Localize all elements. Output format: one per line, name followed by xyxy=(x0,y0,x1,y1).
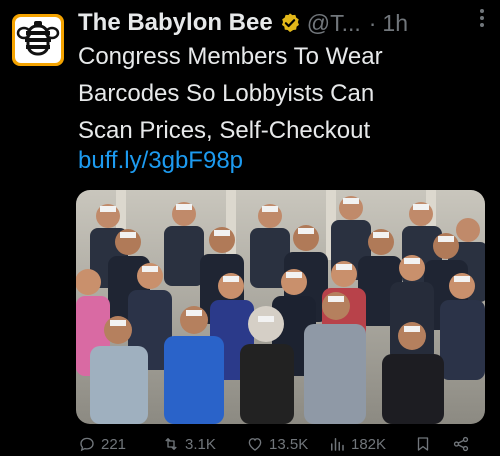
retweet-button[interactable]: 3.1K xyxy=(162,435,216,453)
tweet[interactable]: The Babylon Bee @T... · 1h Congress Memb… xyxy=(0,0,500,455)
verified-badge-icon xyxy=(281,13,299,33)
tweet-text: Congress Members To Wear Barcodes So Lob… xyxy=(78,38,488,149)
heart-icon xyxy=(248,438,262,451)
tweet-photo[interactable] xyxy=(76,190,485,424)
tweet-actions: 221 3.1K 13.5K 182K xyxy=(78,432,498,456)
display-name[interactable]: The Babylon Bee xyxy=(78,9,273,37)
bee-logo-icon xyxy=(15,17,61,63)
views-count: 182K xyxy=(351,435,387,453)
reply-icon xyxy=(80,437,94,452)
retweet-icon xyxy=(165,438,177,450)
share-icon xyxy=(453,436,469,452)
retweet-count: 3.1K xyxy=(185,435,216,453)
bookmark-icon xyxy=(417,437,429,451)
bookmark-button[interactable] xyxy=(414,435,437,453)
timestamp[interactable]: 1h xyxy=(382,10,408,37)
group-photo-image xyxy=(76,190,485,424)
reply-button[interactable]: 221 xyxy=(78,435,126,453)
separator-dot: · xyxy=(368,9,377,36)
share-button[interactable] xyxy=(452,435,475,453)
tweet-header: The Babylon Bee @T... · 1h xyxy=(78,6,492,40)
handle[interactable]: @T... xyxy=(307,10,361,37)
tweet-text-line: Scan Prices, Self-Checkout xyxy=(78,117,371,144)
tweet-link[interactable]: buff.ly/3gbF98p xyxy=(78,147,243,175)
views-button[interactable]: 182K xyxy=(328,435,386,453)
tweet-text-line: Barcodes So Lobbyists Can xyxy=(78,80,375,107)
avatar[interactable] xyxy=(12,14,64,66)
like-button[interactable]: 13.5K xyxy=(246,435,308,453)
views-icon xyxy=(331,438,344,451)
reply-count: 221 xyxy=(101,435,127,453)
like-count: 13.5K xyxy=(269,435,309,453)
more-icon[interactable] xyxy=(472,8,492,28)
tweet-text-line: Congress Members To Wear xyxy=(78,43,383,70)
